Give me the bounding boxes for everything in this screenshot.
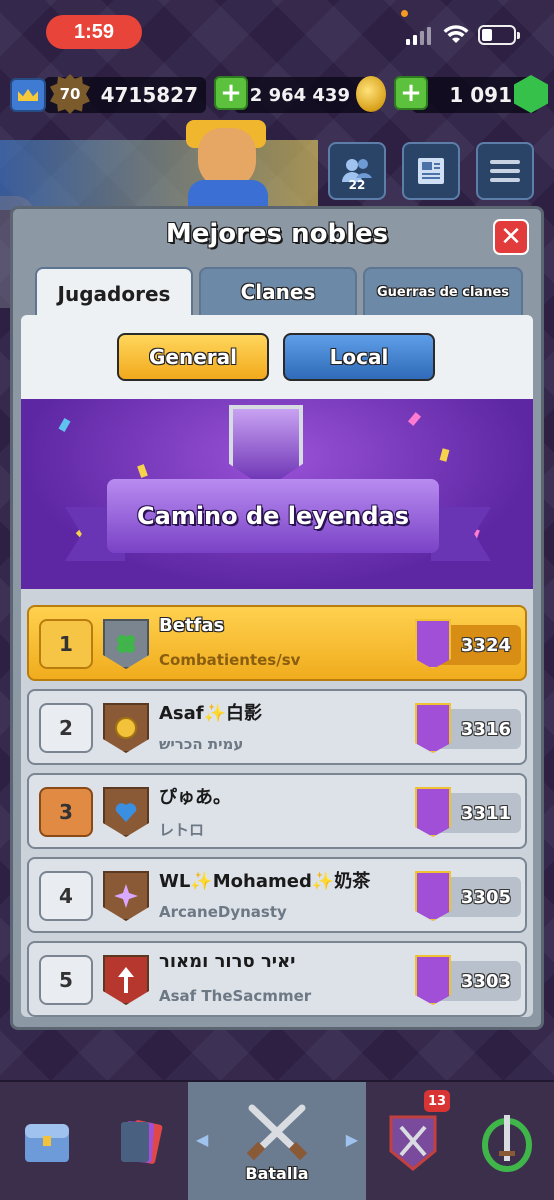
confetti <box>58 418 71 432</box>
hero-character-image <box>168 116 286 216</box>
player-name: יאיר סרור ומאור <box>159 951 296 972</box>
local-filter-button[interactable]: Local <box>283 333 435 381</box>
privacy-indicator-dot <box>401 10 408 17</box>
news-button[interactable] <box>402 142 460 200</box>
player-name: Asaf✨白影 <box>159 703 263 724</box>
clover-icon <box>103 619 149 669</box>
crossed-swords-icon <box>246 1104 308 1160</box>
nav-shop[interactable] <box>0 1082 94 1200</box>
heart-icon <box>103 787 149 837</box>
gold-counter: 2 964 439 <box>234 77 376 113</box>
newspaper-icon <box>418 158 444 184</box>
cards-icon <box>121 1120 163 1164</box>
level-value: 70 <box>59 85 81 103</box>
leaderboard-row[interactable]: 3 ぴゅあ。 レトロ 3311 <box>27 773 527 849</box>
tab-bar: Jugadores Clanes Guerras de clanes <box>35 267 523 321</box>
ribbon-right-tail <box>431 507 491 561</box>
rank-number: 1 <box>39 619 93 669</box>
coin-icon <box>103 703 149 753</box>
rank-number: 5 <box>39 955 93 1005</box>
crown-icon[interactable] <box>10 78 46 112</box>
gems-amount: 1 091 <box>449 83 512 107</box>
leaderboard-content: General Local Camino de leyendas 1 Betfa… <box>21 315 533 1017</box>
wifi-icon <box>443 25 469 43</box>
tab-clanes[interactable]: Clanes <box>199 267 357 317</box>
laurel-sword-icon <box>482 1115 532 1172</box>
crown-trophy-icon <box>415 871 451 921</box>
nav-battle[interactable]: Batalla ◀ ▶ <box>188 1082 366 1200</box>
nav-cards[interactable] <box>94 1082 188 1200</box>
confetti <box>407 412 422 426</box>
leaderboard-row[interactable]: 2 Asaf✨白影 עמית הכריש 3316 <box>27 689 527 765</box>
clan-shield-icon <box>389 1115 437 1171</box>
star-icon <box>103 871 149 921</box>
nav-events[interactable] <box>460 1082 554 1200</box>
nav-battle-label: Batalla <box>245 1163 309 1183</box>
confetti <box>439 448 450 462</box>
legends-shield-icon <box>229 405 303 489</box>
gold-coin-icon <box>356 76 386 112</box>
battery-icon <box>478 25 520 45</box>
signal-icon <box>406 27 431 45</box>
filter-bar: General Local <box>21 315 533 399</box>
add-gold-button[interactable]: + <box>214 76 248 110</box>
arena-banner: Camino de leyendas <box>21 399 533 589</box>
status-bar: 1:59 <box>0 0 554 64</box>
chest-icon <box>25 1124 69 1162</box>
player-name: ぴゅあ。 <box>159 787 231 808</box>
rank-number: 2 <box>39 703 93 753</box>
confetti <box>137 464 148 478</box>
friends-button[interactable]: 22 <box>328 142 386 200</box>
leaderboard-row[interactable]: 4 WL✨Mohamed✨奶茶 ArcaneDynasty 3305 <box>27 857 527 933</box>
clan-name: עמית הכריש <box>159 735 244 753</box>
status-time: 1:59 <box>46 15 142 49</box>
nav-left-arrow-icon: ◀ <box>196 1130 209 1149</box>
leaderboard-list: 1 Betfas Combatientes/sv 3324 2 Asaf✨白影 … <box>27 605 527 1017</box>
menu-button[interactable] <box>476 142 534 200</box>
clan-notification-badge: 13 <box>424 1090 450 1112</box>
crown-trophy-icon <box>415 955 451 1005</box>
arrow-icon <box>103 955 149 1005</box>
arena-title: Camino de leyendas <box>107 479 439 553</box>
bottom-nav: Batalla ◀ ▶ 13 <box>0 1080 554 1200</box>
trophy-count: 4715827 <box>100 83 198 107</box>
general-filter-button[interactable]: General <box>117 333 269 381</box>
rank-number: 3 <box>39 787 93 837</box>
panel-title: Mejores nobles <box>165 219 389 249</box>
clan-name: Asaf TheSacmmer <box>159 987 312 1005</box>
add-gems-button[interactable]: + <box>394 76 428 110</box>
leaderboard-panel: Mejores nobles ✕ Jugadores Clanes Guerra… <box>10 206 544 1030</box>
resource-bar: 4715827 70 2 964 439 + 1 091 + <box>0 72 554 118</box>
crown-trophy-icon <box>415 787 451 837</box>
nav-right-arrow-icon: ▶ <box>345 1130 358 1149</box>
crown-trophy-icon <box>415 619 451 669</box>
player-name: Betfas <box>159 615 225 636</box>
tab-jugadores[interactable]: Jugadores <box>35 267 193 321</box>
rank-number: 4 <box>39 871 93 921</box>
tab-guerras-de-clanes[interactable]: Guerras de clanes <box>363 267 523 317</box>
leaderboard-row[interactable]: 5 יאיר סרור ומאור Asaf TheSacmmer 3303 <box>27 941 527 1017</box>
gold-amount: 2 964 439 <box>249 84 350 106</box>
hamburger-menu-icon <box>490 160 520 182</box>
clan-name: ArcaneDynasty <box>159 903 287 921</box>
clan-name: Combatientes/sv <box>159 651 301 669</box>
friends-count: 22 <box>348 178 366 192</box>
crown-trophy-icon <box>415 703 451 753</box>
player-name: WL✨Mohamed✨奶茶 <box>159 871 371 892</box>
close-button[interactable]: ✕ <box>493 219 529 255</box>
clan-name: レトロ <box>159 821 205 839</box>
leaderboard-row[interactable]: 1 Betfas Combatientes/sv 3324 <box>27 605 527 681</box>
